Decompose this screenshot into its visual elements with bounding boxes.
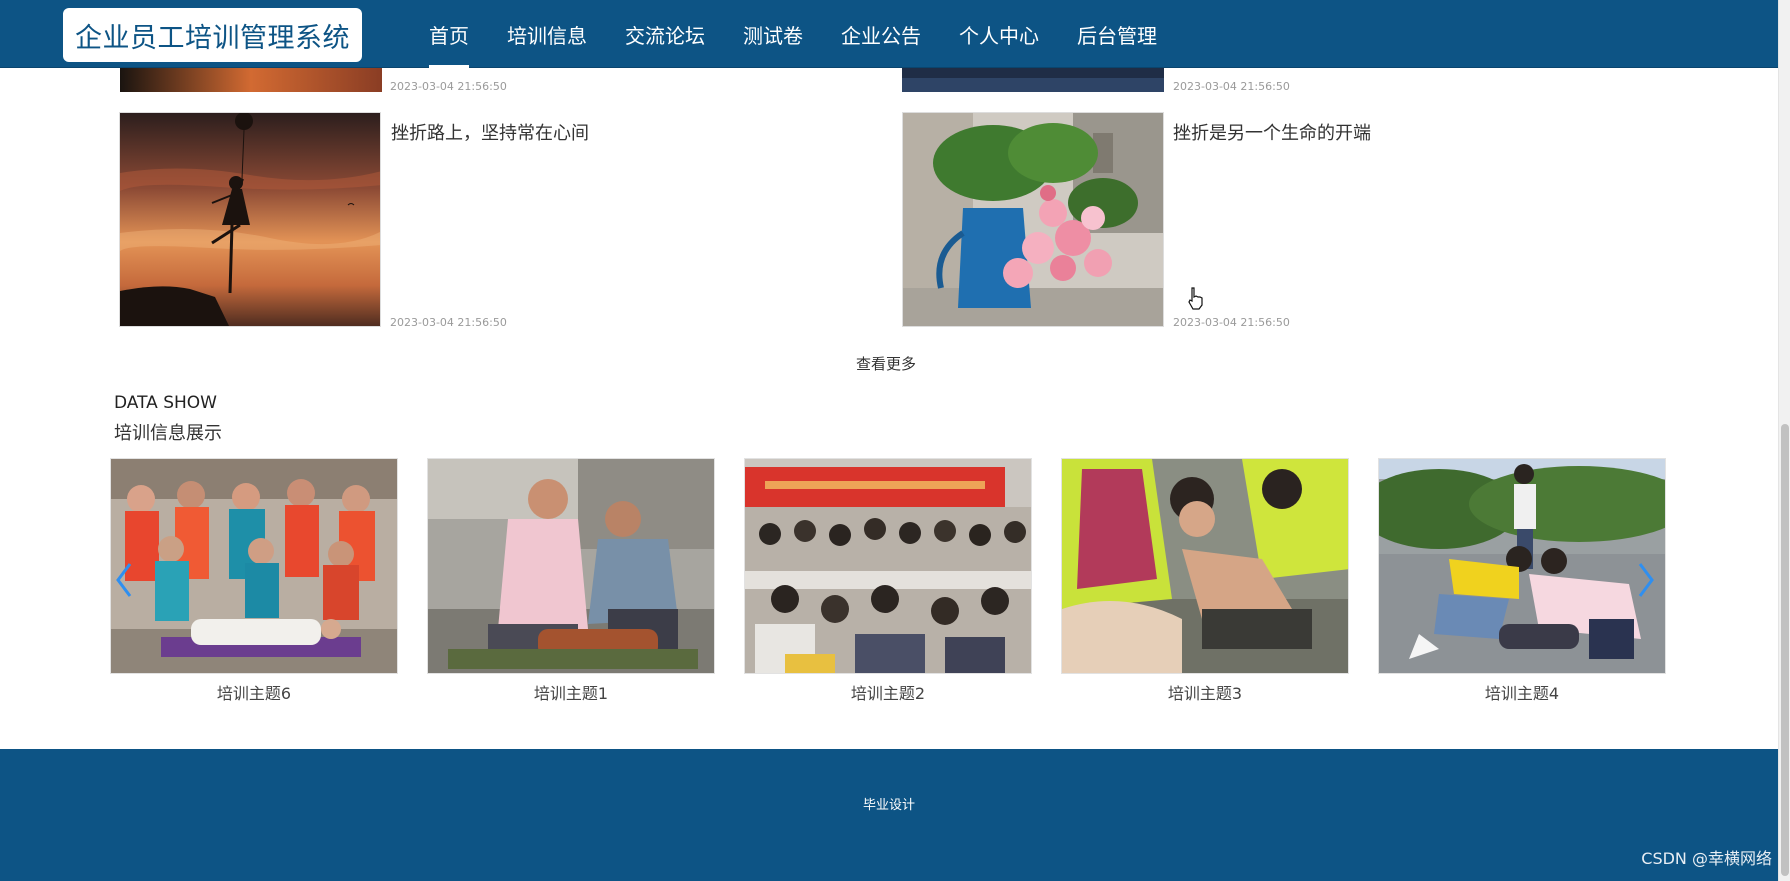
nav-item-admin[interactable]: 后台管理 — [1058, 0, 1176, 68]
top-nav-bar: 企业员工培训管理系统 首页 培训信息 交流论坛 测试卷 企业公告 个人中心 后台… — [0, 0, 1778, 68]
site-logo-text: 企业员工培训管理系统 — [75, 22, 350, 54]
article-title[interactable]: 挫折是另一个生命的开端 — [1173, 119, 1371, 145]
footer-text: 毕业设计 — [862, 798, 915, 813]
nav-item-forum[interactable]: 交流论坛 — [606, 0, 724, 68]
training-card-image[interactable] — [1378, 458, 1666, 674]
article-image[interactable] — [902, 112, 1164, 327]
training-card-caption[interactable]: 培训主题6 — [110, 680, 398, 704]
article-image[interactable] — [119, 112, 381, 327]
training-card-caption[interactable]: 培训主题3 — [1061, 680, 1349, 704]
training-card[interactable]: 培训主题3 — [1061, 458, 1349, 704]
page: 企业员工培训管理系统 首页 培训信息 交流论坛 测试卷 企业公告 个人中心 后台… — [0, 0, 1790, 881]
training-card-image[interactable] — [744, 458, 1032, 674]
site-logo[interactable]: 企业员工培训管理系统 — [63, 8, 362, 62]
main-nav: 首页 培训信息 交流论坛 测试卷 企业公告 个人中心 后台管理 — [410, 0, 1176, 68]
footer — [0, 749, 1778, 881]
nav-item-home[interactable]: 首页 — [410, 0, 488, 68]
training-card[interactable]: 培训主题2 — [744, 458, 1032, 704]
training-card-image[interactable] — [427, 458, 715, 674]
training-card[interactable]: 培训主题4 — [1378, 458, 1666, 704]
hand-cursor-icon — [1188, 287, 1203, 310]
chevron-right-icon[interactable] — [1636, 560, 1656, 600]
nav-item-training-info[interactable]: 培训信息 — [488, 0, 606, 68]
nav-item-notices[interactable]: 企业公告 — [822, 0, 940, 68]
vertical-scrollbar[interactable] — [1778, 0, 1790, 881]
article-title[interactable]: 挫折路上，坚持常在心间 — [391, 119, 589, 145]
view-more-link[interactable]: 查看更多 — [856, 353, 916, 374]
article-date: 2023-03-04 21:56:50 — [1173, 316, 1290, 329]
article-date: 2023-03-04 21:56:50 — [390, 316, 507, 329]
scrollbar-thumb[interactable] — [1781, 424, 1789, 876]
section-subtitle: 培训信息展示 — [114, 423, 222, 444]
chevron-left-icon[interactable] — [114, 560, 134, 600]
training-card-caption[interactable]: 培训主题1 — [427, 680, 715, 704]
training-card[interactable]: 培训主题1 — [427, 458, 715, 704]
watermark: CSDN @幸横网络 — [1641, 849, 1772, 868]
section-title: DATA SHOW — [114, 393, 217, 413]
article-date: 2023-03-04 21:56:50 — [390, 80, 507, 93]
nav-item-exam[interactable]: 测试卷 — [724, 0, 822, 68]
training-card[interactable]: 培训主题6 — [110, 458, 398, 704]
training-card-caption[interactable]: 培训主题4 — [1378, 680, 1666, 704]
article-date: 2023-03-04 21:56:50 — [1173, 80, 1290, 93]
nav-item-profile[interactable]: 个人中心 — [940, 0, 1058, 68]
training-card-caption[interactable]: 培训主题2 — [744, 680, 1032, 704]
training-card-image[interactable] — [1061, 458, 1349, 674]
training-card-image[interactable] — [110, 458, 398, 674]
